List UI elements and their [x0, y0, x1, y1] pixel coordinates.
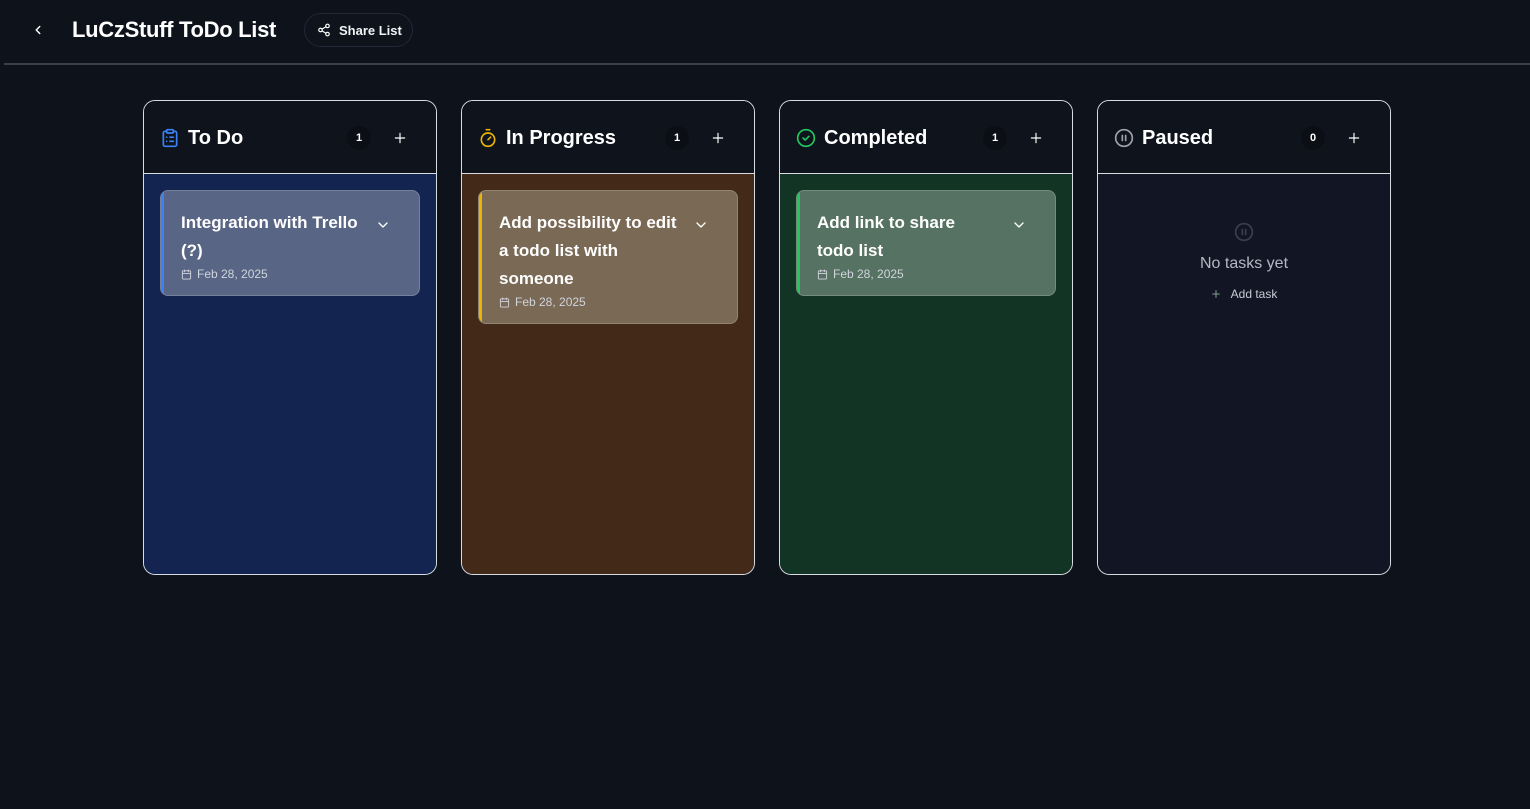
task-count-badge: 1 [347, 126, 371, 150]
plus-icon [1348, 132, 1360, 144]
task-title: Integration with Trello (?) [181, 213, 358, 260]
task-date-text: Feb 28, 2025 [515, 295, 586, 309]
chevron-left-icon [35, 25, 41, 35]
column-title: In Progress [506, 127, 617, 149]
task-count-badge: 0 [1301, 126, 1325, 150]
share-icon [318, 23, 330, 37]
column-paused: Paused 0 No tasks yet Add task [1097, 100, 1391, 575]
header-divider [4, 63, 1530, 65]
add-task-button[interactable] [1344, 128, 1364, 148]
task-date-text: Feb 28, 2025 [833, 267, 904, 281]
task-title: Add link to share todo list [817, 213, 955, 260]
empty-add-task-label: Add task [1230, 287, 1278, 301]
task-date: Feb 28, 2025 [181, 267, 359, 281]
task-card[interactable]: Add link to share todo list Feb 28, 2025 [796, 190, 1056, 296]
task-count-badge: 1 [665, 126, 689, 150]
column-header: In Progress 1 [462, 101, 754, 174]
add-task-button[interactable] [1026, 128, 1046, 148]
top-bar: LuCzStuff ToDo List Share List [0, 0, 1530, 65]
plus-icon [1030, 132, 1042, 144]
calendar-icon [817, 268, 828, 280]
add-task-button[interactable] [390, 128, 410, 148]
column-header: Paused 0 [1098, 101, 1390, 174]
column-title: Completed [824, 127, 928, 149]
task-card[interactable]: Add possibility to edit a todo list with… [478, 190, 738, 324]
column-todo: To Do 1 Integration with Trello (?) Feb … [143, 100, 437, 575]
back-button[interactable] [28, 20, 48, 40]
clipboard-list-icon [162, 128, 178, 148]
column-body: Integration with Trello (?) Feb 28, 2025 [144, 174, 436, 574]
plus-icon [394, 132, 406, 144]
task-date: Feb 28, 2025 [499, 295, 677, 309]
check-circle-icon [796, 128, 816, 148]
column-body: No tasks yet Add task [1098, 174, 1390, 574]
column-header: Completed 1 [780, 101, 1072, 174]
task-date-text: Feb 28, 2025 [197, 267, 268, 281]
column-header: To Do 1 [144, 101, 436, 174]
share-list-button[interactable]: Share List [304, 13, 413, 47]
pause-circle-icon [1114, 128, 1134, 148]
empty-state: No tasks yet Add task [1114, 190, 1374, 304]
task-card[interactable]: Integration with Trello (?) Feb 28, 2025 [160, 190, 420, 296]
column-title: To Do [188, 127, 244, 149]
task-title: Add possibility to edit a todo list with… [499, 213, 677, 288]
column-in-progress: In Progress 1 Add possibility to edit a … [461, 100, 755, 575]
chevron-down-icon[interactable] [693, 217, 709, 233]
calendar-icon [181, 268, 192, 280]
column-body: Add possibility to edit a todo list with… [462, 174, 754, 574]
stopwatch-icon [480, 128, 496, 148]
kanban-board: To Do 1 Integration with Trello (?) Feb … [143, 100, 1391, 575]
column-body: Add link to share todo list Feb 28, 2025 [780, 174, 1072, 574]
share-list-label: Share List [339, 22, 402, 38]
column-completed: Completed 1 Add link to share todo list … [779, 100, 1073, 575]
plus-icon [1211, 290, 1220, 298]
add-task-button[interactable] [708, 128, 728, 148]
plus-icon [712, 132, 724, 144]
task-date: Feb 28, 2025 [817, 267, 995, 281]
chevron-down-icon[interactable] [1011, 217, 1027, 233]
calendar-icon [499, 296, 510, 308]
empty-state-text: No tasks yet [1199, 255, 1289, 272]
empty-add-task-button[interactable]: Add task [1211, 287, 1278, 301]
task-count-badge: 1 [983, 126, 1007, 150]
chevron-down-icon[interactable] [375, 217, 391, 233]
column-title: Paused [1142, 127, 1214, 149]
pause-circle-icon [1234, 222, 1254, 242]
page-title: LuCzStuff ToDo List [72, 17, 277, 42]
